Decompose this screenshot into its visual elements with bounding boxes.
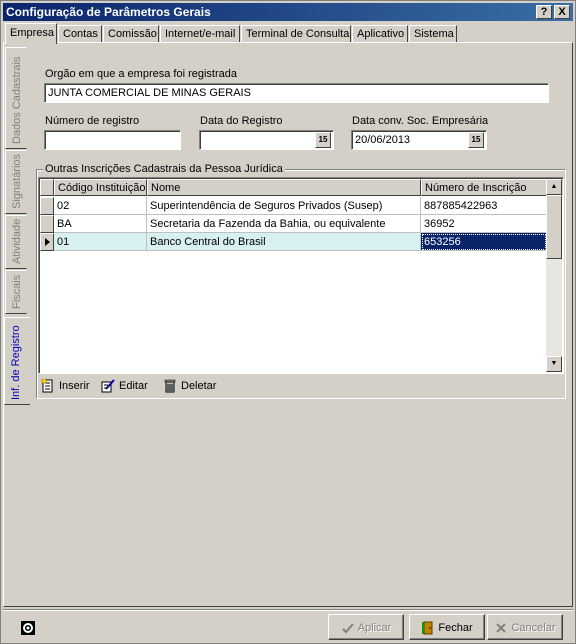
door-icon	[422, 621, 433, 635]
editar-button[interactable]: Editar	[101, 379, 148, 397]
side-tab-fiscais[interactable]: Fiscais	[5, 270, 27, 314]
deletar-button[interactable]: Deletar	[163, 379, 216, 397]
aplicar-button[interactable]: Aplicar	[328, 614, 404, 640]
side-tab-signatarios[interactable]: Signatários	[5, 150, 27, 214]
col-nome-header[interactable]: Nome	[147, 179, 421, 196]
cancelar-label: Cancelar	[511, 621, 556, 634]
scroll-up-icon[interactable]: ▲	[546, 179, 562, 195]
title-bar: Configuração de Parâmetros Gerais ? X	[3, 3, 573, 21]
side-tab-label: Signatários	[11, 153, 23, 209]
side-tab-atividade[interactable]: Atividade	[5, 215, 27, 269]
aplicar-label: Aplicar	[357, 621, 392, 634]
side-tab-label: Inf. de Registro	[10, 325, 22, 400]
cell-nome[interactable]: Secretaria da Fazenda da Bahia, ou equiv…	[147, 215, 421, 233]
fechar-button[interactable]: Fechar	[409, 614, 485, 640]
cancel-icon	[496, 623, 507, 633]
inserir-button[interactable]: Inserir	[41, 379, 90, 397]
tab-sistema[interactable]: Sistema	[409, 25, 457, 43]
tab-internet-email[interactable]: Internet/e-mail	[160, 25, 240, 43]
tab-contas[interactable]: Contas	[58, 25, 102, 43]
scroll-thumb[interactable]	[546, 195, 562, 259]
side-tab-dados-cadastrais[interactable]: Dados Cadastrais	[5, 47, 27, 149]
fechar-label: Fechar	[438, 621, 473, 634]
close-button[interactable]: X	[554, 5, 570, 19]
tab-terminal-consulta[interactable]: Terminal de Consulta	[241, 25, 351, 43]
table-row-selected[interactable]: 01 Banco Central do Brasil 653256	[40, 233, 550, 251]
current-row-arrow-icon	[45, 238, 50, 246]
cell-numero-editing[interactable]: 653256	[421, 233, 547, 251]
side-tab-label: Dados Cadastrais	[11, 56, 23, 144]
status-icon	[21, 621, 35, 635]
calendar-icon[interactable]: 15	[468, 132, 484, 148]
header-indicator	[40, 179, 54, 196]
cell-nome[interactable]: Superintendência de Seguros Privados (Su…	[147, 197, 421, 215]
apply-icon	[341, 623, 354, 634]
tab-empresa[interactable]: Empresa	[5, 23, 57, 44]
cell-codigo[interactable]: 02	[54, 197, 147, 215]
insert-document-icon	[41, 379, 53, 393]
inscricoes-grid[interactable]: Código Instituição Nome Número de Inscri…	[38, 177, 564, 374]
grid-vertical-scrollbar[interactable]: ▲ ▼	[546, 179, 562, 372]
tab-comissao[interactable]: Comissão	[103, 25, 159, 43]
orgao-field[interactable]: JUNTA COMERCIAL DE MINAS GERAIS	[44, 83, 549, 103]
data-registro-label: Data do Registro	[200, 115, 283, 127]
row-indicator	[40, 233, 54, 251]
orgao-label: Orgão em que a empresa foi registrada	[45, 68, 237, 80]
tab-aplicativo[interactable]: Aplicativo	[352, 25, 408, 43]
config-window: Configuração de Parâmetros Gerais ? X Em…	[0, 0, 576, 644]
data-conv-label: Data conv. Soc. Empresária	[352, 115, 489, 127]
group-title: Outras Inscrições Cadastrais da Pessoa J…	[43, 163, 285, 175]
data-registro-field[interactable]	[199, 130, 334, 150]
cell-codigo[interactable]: BA	[54, 215, 147, 233]
table-row[interactable]: 02 Superintendência de Seguros Privados …	[40, 197, 550, 215]
top-tab-strip: Empresa Contas Comissão Internet/e-mail …	[3, 23, 573, 44]
cancelar-button[interactable]: Cancelar	[487, 614, 563, 640]
row-indicator	[40, 215, 54, 233]
scroll-down-icon[interactable]: ▼	[546, 356, 562, 372]
numero-registro-label: Número de registro	[45, 115, 140, 127]
grid-header: Código Instituição Nome Número de Inscri…	[40, 179, 563, 196]
deletar-label: Deletar	[181, 380, 217, 392]
col-codigo-header[interactable]: Código Instituição	[54, 179, 147, 196]
data-conv-field[interactable]: 20/06/2013	[351, 130, 487, 150]
table-row[interactable]: BA Secretaria da Fazenda da Bahia, ou eq…	[40, 215, 550, 233]
cell-numero[interactable]: 887885422963	[421, 197, 547, 215]
window-title: Configuração de Parâmetros Gerais	[6, 5, 211, 19]
row-indicator	[40, 197, 54, 215]
numero-registro-field[interactable]	[44, 130, 181, 150]
side-tab-label: Fiscais	[11, 274, 23, 309]
calendar-icon[interactable]: 15	[315, 132, 331, 148]
edit-icon	[101, 379, 115, 393]
help-button[interactable]: ?	[536, 5, 552, 19]
trash-icon	[164, 379, 176, 393]
col-numero-header[interactable]: Número de Inscrição	[421, 179, 547, 196]
cell-nome[interactable]: Banco Central do Brasil	[147, 233, 421, 251]
editar-label: Editar	[119, 380, 148, 392]
cell-codigo[interactable]: 01	[54, 233, 147, 251]
side-tab-label: Atividade	[11, 218, 23, 264]
side-tab-inf-registro[interactable]: Inf. de Registro	[4, 317, 30, 405]
bottom-bar: Aplicar Fechar Cancelar	[3, 609, 573, 641]
cell-numero[interactable]: 36952	[421, 215, 547, 233]
inserir-label: Inserir	[59, 380, 90, 392]
